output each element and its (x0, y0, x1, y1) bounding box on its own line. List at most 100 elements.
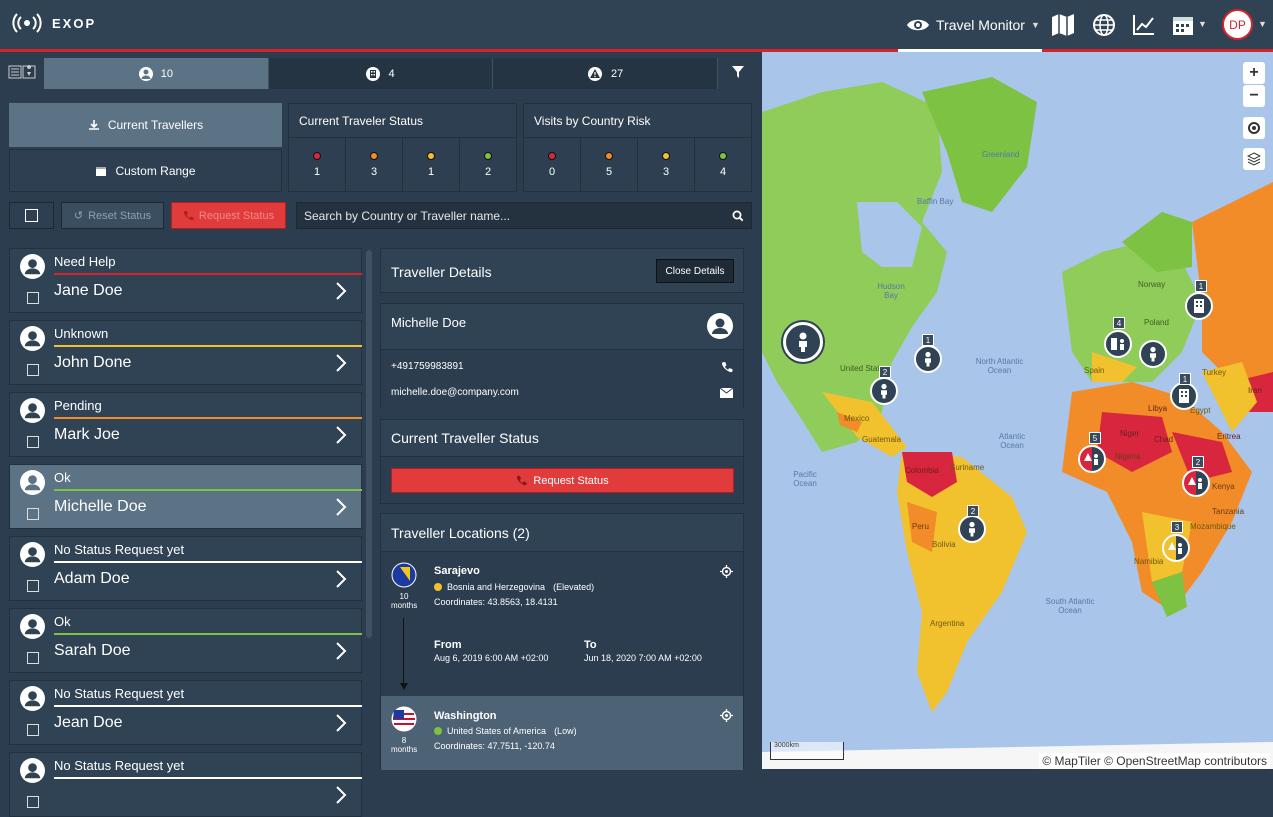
chevron-right-icon[interactable] (335, 353, 347, 373)
email-address[interactable]: michelle.doe@company.com (391, 387, 519, 398)
traveller-card[interactable]: Unknown John Done (9, 320, 362, 385)
traveller-checkbox[interactable] (27, 652, 39, 664)
chevron-right-icon[interactable] (335, 785, 347, 805)
tab-travellers[interactable]: 10 (44, 58, 269, 89)
close-details-button[interactable]: Close Details (656, 259, 734, 283)
tab-alerts[interactable]: 27 (493, 58, 719, 89)
location-item[interactable]: 8 months Washington United States of Amer… (381, 696, 743, 770)
status-count-red[interactable]: 1 (289, 138, 346, 192)
traveller-marker[interactable] (870, 377, 898, 405)
traveller-locations: Traveller Locations (2) 10 months Sarajev… (380, 513, 744, 770)
alert-marker[interactable] (1162, 534, 1190, 562)
chevron-right-icon[interactable] (335, 497, 347, 517)
traveller-status-card: Current Traveller Status Request Status (380, 419, 744, 504)
traveller-card[interactable]: Pending Mark Joe (9, 392, 362, 457)
request-status-button[interactable]: Request Status (171, 202, 286, 229)
list-scrollbar[interactable] (366, 250, 372, 638)
map-label: South Atlantic Ocean (1045, 597, 1095, 615)
custom-range-button[interactable]: Custom Range (9, 149, 282, 192)
traveller-checkbox[interactable] (27, 508, 39, 520)
location-item[interactable]: 10 months Sarajevo Bosnia and Herzegovina… (381, 552, 743, 696)
map-label: Iran (1248, 386, 1262, 395)
crosshair-icon[interactable] (720, 709, 733, 722)
chevron-right-icon[interactable] (335, 569, 347, 589)
map-label: Tanzania (1212, 507, 1245, 516)
from-label: From (434, 639, 462, 651)
marker-count: 1 (1179, 373, 1191, 385)
traveller-marker[interactable] (958, 515, 986, 543)
traveller-name: Sarah Doe (54, 642, 131, 659)
traveller-card[interactable]: Need Help Jane Doe (9, 248, 362, 313)
building-marker[interactable] (1185, 292, 1213, 320)
status-count-orange[interactable]: 3 (346, 138, 403, 192)
world-map[interactable]: Greenland Hudson Bay Baffin Bay North At… (762, 52, 1273, 769)
travel-monitor-menu[interactable]: Travel Monitor ▼ (906, 0, 1040, 49)
risk-count-green[interactable]: 4 (695, 138, 751, 192)
chevron-down-icon[interactable]: ▼ (1258, 19, 1267, 29)
traveller-card[interactable]: No Status Request yet (9, 752, 362, 817)
phone-number[interactable]: +491759983891 (391, 361, 464, 372)
risk-count-red[interactable]: 0 (524, 138, 581, 192)
filter-icon[interactable] (731, 65, 745, 79)
map-attribution[interactable]: © MapTiler © OpenStreetMap contributors (1039, 753, 1270, 769)
phone-icon[interactable] (721, 361, 733, 373)
map-label: Spain (1084, 366, 1105, 375)
chevron-right-icon[interactable] (335, 425, 347, 445)
select-all-checkbox[interactable] (9, 202, 54, 229)
chevron-right-icon[interactable] (335, 713, 347, 733)
location-risk: (Low) (554, 726, 577, 736)
status-underline (54, 633, 362, 635)
traveller-status: Ok (54, 470, 71, 485)
reset-status-button[interactable]: ↺ Reset Status (61, 202, 164, 229)
status-count-green[interactable]: 2 (460, 138, 516, 192)
alert-marker[interactable] (1182, 469, 1210, 497)
zoom-out-button[interactable]: − (1243, 85, 1265, 107)
map-label: Suriname (950, 463, 985, 472)
crosshair-icon[interactable] (720, 565, 733, 578)
list-map-toggle-icon[interactable] (8, 64, 38, 81)
layers-button[interactable] (1243, 148, 1265, 170)
locate-button[interactable] (1243, 117, 1265, 139)
traveller-marker[interactable] (783, 322, 823, 362)
traveller-checkbox[interactable] (27, 724, 39, 736)
alert-icon (588, 66, 603, 81)
globe-icon[interactable] (1091, 12, 1117, 38)
tab-count: 27 (611, 67, 624, 80)
envelope-icon[interactable] (720, 388, 733, 398)
logo-text: EXOP (52, 15, 97, 31)
risk-count-orange[interactable]: 5 (581, 138, 638, 192)
user-avatar[interactable]: DP (1222, 9, 1253, 40)
tab-buildings[interactable]: 4 (269, 58, 494, 89)
traveller-card[interactable]: No Status Request yet Adam Doe (9, 536, 362, 601)
traveller-card[interactable]: No Status Request yet Jean Doe (9, 680, 362, 745)
chart-line-icon[interactable] (1131, 12, 1157, 38)
zoom-in-button[interactable]: + (1243, 62, 1265, 84)
building-marker[interactable] (1170, 382, 1198, 410)
chevron-right-icon[interactable] (335, 281, 347, 301)
traveller-checkbox[interactable] (27, 436, 39, 448)
search-icon[interactable] (732, 210, 744, 222)
map-icon[interactable] (1050, 12, 1076, 38)
traveller-checkbox[interactable] (27, 796, 39, 808)
traveller-marker[interactable] (1139, 340, 1167, 368)
traveller-checkbox[interactable] (27, 292, 39, 304)
status-count-yellow[interactable]: 1 (403, 138, 460, 192)
alert-marker[interactable] (1078, 445, 1106, 473)
traveller-marker[interactable] (914, 345, 942, 373)
duration-unit: months (391, 601, 418, 610)
building-marker[interactable] (1104, 330, 1132, 358)
risk-count-yellow[interactable]: 3 (638, 138, 695, 192)
calendar-icon[interactable] (1170, 12, 1196, 38)
chevron-down-icon[interactable]: ▼ (1198, 19, 1207, 29)
traveller-checkbox[interactable] (27, 580, 39, 592)
traveller-card[interactable]: Ok Michelle Doe (9, 464, 362, 529)
chevron-right-icon[interactable] (335, 641, 347, 661)
current-travellers-button[interactable]: Current Travellers (9, 103, 282, 147)
search-input[interactable]: Search by Country or Traveller name... (296, 202, 752, 229)
map-label: Egypt (1190, 406, 1211, 415)
person-icon (799, 332, 807, 352)
request-status-button[interactable]: Request Status (391, 468, 734, 493)
app-logo[interactable]: EXOP (12, 12, 96, 34)
traveller-checkbox[interactable] (27, 364, 39, 376)
traveller-card[interactable]: Ok Sarah Doe (9, 608, 362, 673)
